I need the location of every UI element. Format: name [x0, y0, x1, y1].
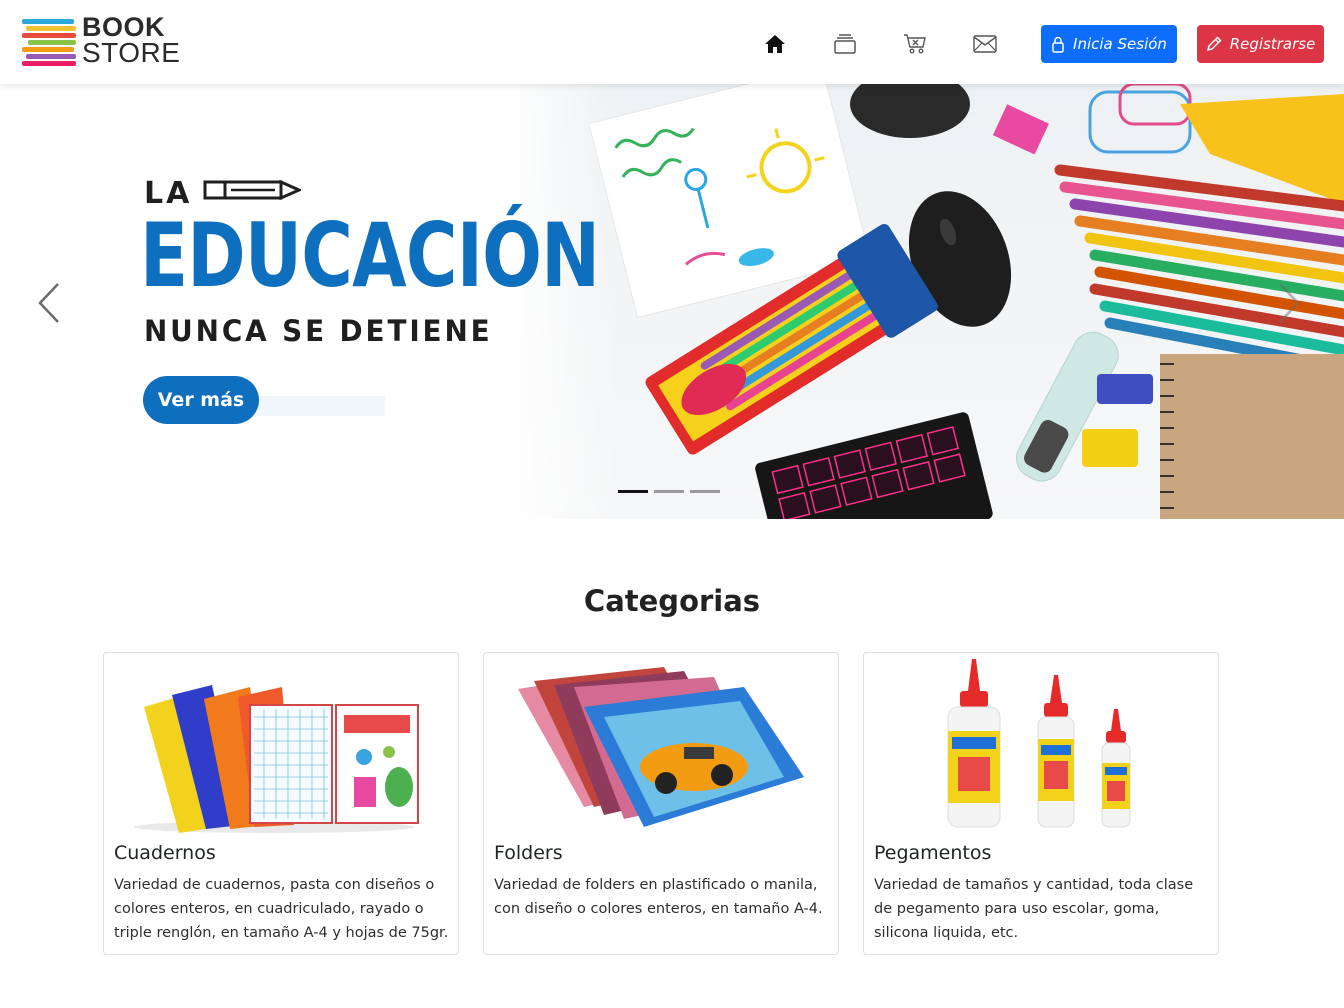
carousel-prev-arrow-icon[interactable]: [34, 280, 64, 326]
school-supplies-illustration: [588, 84, 1344, 519]
category-title: Pegamentos: [874, 842, 992, 864]
hero-image: [520, 84, 1344, 519]
register-button[interactable]: Registrarse: [1197, 25, 1324, 63]
category-card-cuadernos[interactable]: Cuadernos Variedad de cuadernos, pasta c…: [103, 652, 459, 955]
notebooks-image: [134, 685, 419, 833]
category-description: Variedad de cuadernos, pasta con diseños…: [114, 877, 449, 941]
glue-bottles-image: [947, 659, 1131, 828]
cart-icon[interactable]: [903, 32, 927, 56]
hero-line-nunca: NUNCA SE DETIENE: [144, 314, 493, 348]
category-description: Variedad de folders en plastificado o ma…: [494, 877, 823, 917]
layers-icon[interactable]: [833, 32, 857, 56]
category-card-pegamentos[interactable]: Pegamentos Variedad de tamaños y cantida…: [863, 652, 1219, 955]
carousel-indicator-1[interactable]: [618, 490, 648, 493]
navbar: BOOK STORE Inicia Sesión Registrarse: [0, 0, 1344, 84]
logo-text: BOOK STORE: [82, 14, 181, 68]
register-label: Registrarse: [1229, 35, 1316, 53]
folders-image: [518, 667, 804, 827]
carousel-next-arrow-icon[interactable]: [1274, 280, 1304, 326]
pencil-icon: [203, 179, 301, 201]
categories-title: Categorias: [583, 584, 761, 618]
logo-stripes-icon: [22, 19, 76, 66]
login-button[interactable]: Inicia Sesión: [1041, 25, 1177, 63]
mail-icon[interactable]: [973, 32, 997, 56]
pencil-icon: [1206, 36, 1222, 52]
logo-line-store: STORE: [82, 37, 181, 68]
category-title: Folders: [494, 842, 563, 864]
lock-icon: [1052, 36, 1064, 53]
category-card-folders[interactable]: Folders Variedad de folders en plastific…: [483, 652, 839, 955]
hero-carousel: LA EDUCACIÓN NUNCA SE DETIENE Ver más: [0, 84, 1344, 519]
ver-mas-button[interactable]: Ver más: [143, 376, 259, 424]
hero-line-educacion: EDUCACIÓN: [140, 204, 600, 307]
bookstore-logo[interactable]: BOOK STORE: [22, 14, 182, 70]
login-label: Inicia Sesión: [1073, 35, 1167, 53]
carousel-indicator-2[interactable]: [654, 490, 684, 493]
category-description: Variedad de tamaños y cantidad, toda cla…: [874, 877, 1194, 941]
category-title: Cuadernos: [114, 842, 216, 864]
home-icon[interactable]: [763, 32, 787, 56]
hero-ghost-bar: [255, 396, 385, 416]
carousel-indicator-3[interactable]: [690, 490, 720, 493]
carousel-indicators: [618, 490, 720, 493]
